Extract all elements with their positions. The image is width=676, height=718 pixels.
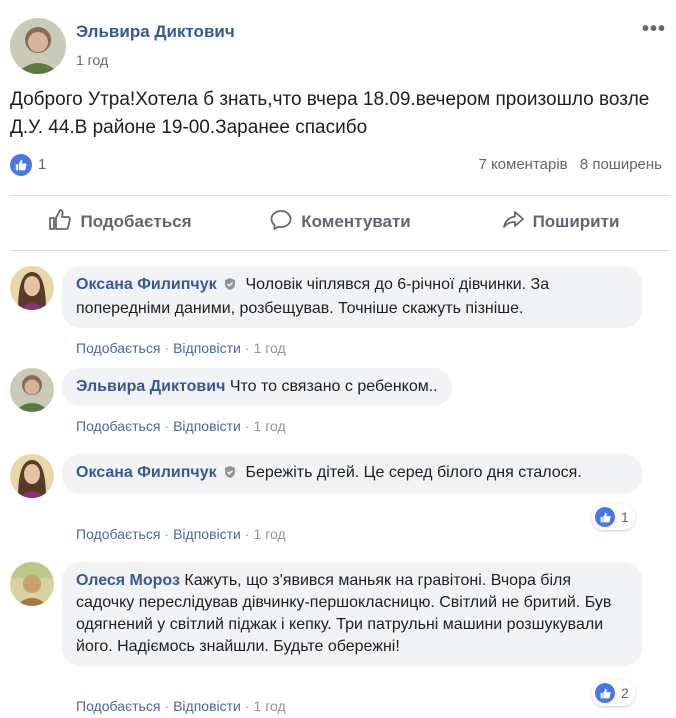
comment-like-link[interactable]: Подобається — [76, 418, 160, 434]
comment-item: Оксана Филипчук Чоловік чіплявся до 6-рі… — [10, 260, 670, 360]
divider — [10, 250, 670, 251]
share-arrow-icon — [501, 208, 533, 237]
comment-text: Что то связано с ребенком.. — [229, 378, 438, 395]
comment-bubble: Эльвира Диктович Что то связано с ребенк… — [62, 368, 452, 406]
separator: · — [164, 526, 170, 542]
like-button[interactable]: Подобається — [10, 200, 230, 244]
comment-text: Бережіть дітей. Це серед білого дня стал… — [245, 464, 582, 481]
speech-bubble-icon — [269, 208, 301, 237]
comment-meta: Подобається · Відповісти · 1 год — [76, 418, 286, 434]
shares-count[interactable]: 8 поширень — [580, 156, 662, 173]
comment-reactions[interactable]: 1 — [592, 504, 635, 530]
more-dots-icon[interactable]: ••• — [642, 18, 666, 41]
comment-reactions[interactable]: 2 — [592, 680, 635, 706]
share-button[interactable]: Поширити — [450, 200, 670, 244]
comment-bubble: Оксана Филипчук Бережіть дітей. Це серед… — [62, 454, 642, 494]
comment-reply-link[interactable]: Відповісти — [173, 698, 241, 714]
separator: · — [244, 418, 250, 434]
post-body-text: Доброго Утра!Хотела б знать,что вчера 18… — [10, 89, 650, 138]
commenter-name[interactable]: Олеся Мороз — [76, 572, 180, 589]
comment-meta: Подобається · Відповісти · 1 год — [76, 698, 286, 714]
comment-meta: Подобається · Відповісти · 1 год — [76, 526, 286, 542]
comment-button-label: Коментувати — [301, 212, 411, 231]
like-button-label: Подобається — [80, 212, 192, 231]
comment-item: Оксана Филипчук Бережіть дітей. Це серед… — [10, 448, 670, 548]
commenter-name[interactable]: Оксана Филипчук — [76, 464, 217, 481]
author-avatar[interactable] — [10, 18, 66, 74]
post-actions: Подобається Коментувати Поширити — [10, 200, 670, 244]
separator: · — [244, 698, 250, 714]
stats-right: 7 коментарів 8 поширень — [470, 156, 662, 173]
comment-bubble: Оксана Филипчук Чоловік чіплявся до 6-рі… — [62, 266, 642, 328]
comment-like-link[interactable]: Подобається — [76, 698, 160, 714]
like-reaction-icon[interactable] — [10, 154, 32, 176]
comments-count[interactable]: 7 коментарів — [478, 156, 567, 173]
comment-like-link[interactable]: Подобається — [76, 526, 160, 542]
commenter-name[interactable]: Оксана Филипчук — [76, 276, 217, 293]
separator: · — [244, 526, 250, 542]
commenter-avatar[interactable] — [10, 368, 54, 412]
reaction-count: 1 — [621, 509, 629, 525]
like-reaction-icon — [595, 683, 615, 703]
comment-time[interactable]: 1 год — [254, 698, 286, 714]
comment-time[interactable]: 1 год — [254, 418, 286, 434]
comment-meta: Подобається · Відповісти · 1 год — [76, 340, 286, 356]
comments-list: Оксана Филипчук Чоловік чіплявся до 6-рі… — [0, 252, 676, 718]
post-stats: 1 7 коментарів 8 поширень — [10, 150, 670, 180]
comment-item: Олеся Мороз Кажуть, що з'явився маньяк н… — [10, 556, 670, 716]
comment-like-link[interactable]: Подобається — [76, 340, 160, 356]
comment-bubble: Олеся Мороз Кажуть, що з'явився маньяк н… — [62, 562, 642, 666]
comment-time[interactable]: 1 год — [254, 526, 286, 542]
comment-reply-link[interactable]: Відповісти — [173, 418, 241, 434]
commenter-avatar[interactable] — [10, 266, 54, 310]
like-reaction-icon — [595, 507, 615, 527]
post-timestamp[interactable]: 1 год — [76, 52, 108, 68]
post-author-name[interactable]: Эльвира Диктович — [76, 22, 235, 42]
post-header: Эльвира Диктович 1 год ••• — [10, 14, 670, 78]
comment-item: Эльвира Диктович Что то связано с ребенк… — [10, 362, 670, 442]
comment-time[interactable]: 1 год — [254, 340, 286, 356]
thumbs-up-icon — [48, 208, 80, 237]
separator: · — [164, 698, 170, 714]
share-button-label: Поширити — [532, 212, 620, 231]
commenter-avatar[interactable] — [10, 562, 54, 606]
commenter-name[interactable]: Эльвира Диктович — [76, 378, 225, 395]
divider — [10, 195, 670, 196]
comment-button[interactable]: Коментувати — [230, 200, 450, 244]
shield-icon — [223, 276, 237, 298]
comment-reply-link[interactable]: Відповісти — [173, 526, 241, 542]
separator: · — [164, 418, 170, 434]
reaction-count: 2 — [621, 685, 629, 701]
separator: · — [164, 340, 170, 356]
shield-icon — [223, 464, 237, 486]
commenter-avatar[interactable] — [10, 454, 54, 498]
comment-reply-link[interactable]: Відповісти — [173, 340, 241, 356]
separator: · — [244, 340, 250, 356]
like-count[interactable]: 1 — [38, 156, 46, 173]
